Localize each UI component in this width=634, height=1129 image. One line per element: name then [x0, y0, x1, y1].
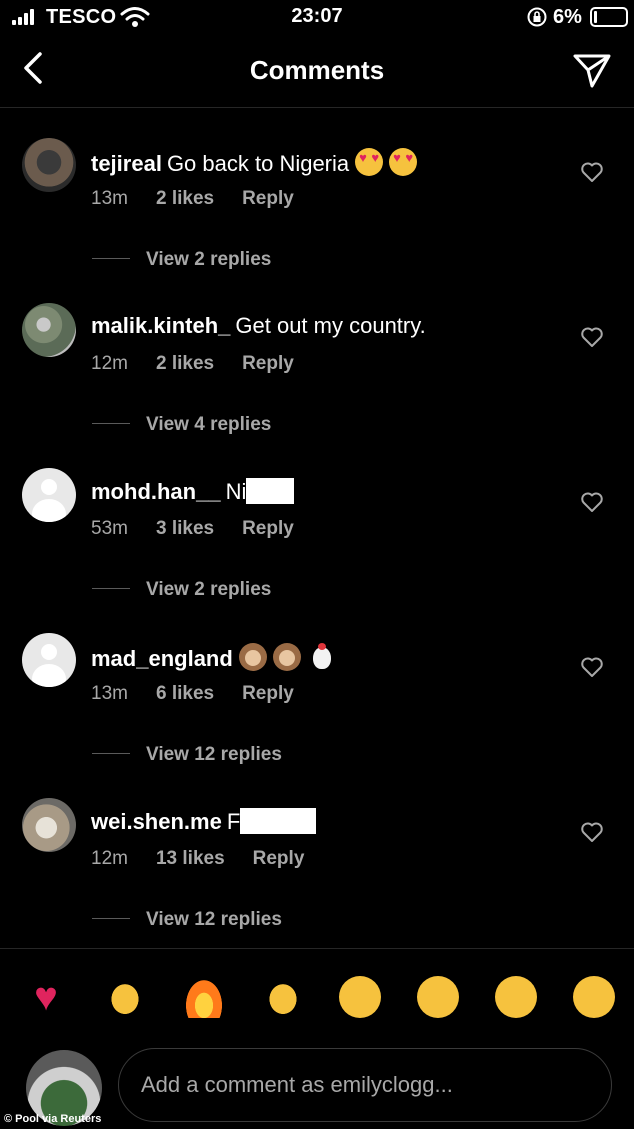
comment-text-line: wei.shen.me F — [91, 808, 317, 835]
comment-likes[interactable]: 2 likes — [156, 188, 214, 209]
divider — [0, 948, 634, 949]
face-with-tears-of-joy-icon[interactable] — [573, 976, 615, 1018]
comment-time: 53m — [91, 518, 128, 539]
comment-likes[interactable]: 3 likes — [156, 518, 214, 539]
comment-username[interactable]: wei.shen.me — [91, 809, 222, 834]
comment-item: mohd.han__ Ni 53m 3 likes Reply View 2 repl… — [0, 466, 634, 631]
smiling-face-with-heart-eyes-icon — [355, 148, 384, 176]
default-avatar-icon[interactable] — [22, 633, 76, 687]
quick-reaction-bar: ♥ — [0, 966, 634, 1026]
fire-icon[interactable] — [183, 976, 225, 1018]
comment-item: wei.shen.me F 12m 13 likes Reply View 12 re… — [0, 796, 634, 961]
monkey-face-icon — [272, 643, 301, 671]
comment-body: Get out my country. — [235, 313, 426, 338]
comment-meta: 12m 2 likes Reply — [91, 353, 322, 375]
comment-input[interactable] — [118, 1048, 612, 1122]
comment-meta: 13m 2 likes Reply — [91, 188, 322, 210]
comment-body: Go back to Nigeria — [166, 151, 350, 176]
photo-credit: © Pool via Reuters — [4, 1113, 102, 1125]
chicken-icon — [307, 643, 335, 671]
comment-likes[interactable]: 6 likes — [156, 683, 214, 704]
send-paper-plane-icon[interactable] — [570, 50, 614, 90]
like-heart-icon[interactable] — [580, 325, 604, 349]
comment-body: F — [226, 809, 241, 834]
default-avatar-icon[interactable] — [22, 468, 76, 522]
reply-button[interactable]: Reply — [242, 683, 294, 704]
view-replies-link[interactable]: View 12 replies — [92, 744, 282, 766]
comment-text-line: malik.kinteh_ Get out my country. — [91, 313, 426, 339]
comment-time: 12m — [91, 848, 128, 869]
monkey-face-icon — [238, 643, 267, 671]
comment-time: 13m — [91, 188, 128, 209]
comment-text-line: mohd.han__ Ni — [91, 478, 295, 505]
reply-button[interactable]: Reply — [242, 188, 294, 209]
comment-item: mad_england 13m 6 likes Reply View 12 repl… — [0, 631, 634, 796]
navigation-bar: Comments — [0, 34, 634, 108]
avatar[interactable] — [22, 138, 76, 192]
page-title: Comments — [249, 55, 385, 85]
like-heart-icon[interactable] — [580, 490, 604, 514]
comment-body: Ni — [225, 479, 247, 504]
comment-likes[interactable]: 13 likes — [156, 848, 225, 869]
comment-username[interactable]: tejireal — [91, 151, 162, 176]
status-bar: TESCO 23:07 6% — [0, 0, 634, 34]
comment-time: 12m — [91, 353, 128, 374]
orientation-lock-icon — [527, 7, 547, 27]
reply-button[interactable]: Reply — [242, 353, 294, 374]
red-heart-icon[interactable]: ♥ — [25, 976, 67, 1018]
comment-time: 13m — [91, 683, 128, 704]
like-heart-icon[interactable] — [580, 160, 604, 184]
comment-text-line: mad_england — [91, 643, 335, 672]
view-replies-link[interactable]: View 12 replies — [92, 909, 282, 931]
comment-username[interactable]: mad_england — [91, 646, 233, 671]
comment-username[interactable]: malik.kinteh_ — [91, 313, 230, 338]
battery-icon — [590, 7, 628, 27]
view-replies-link[interactable]: View 4 replies — [92, 414, 271, 436]
comment-meta: 13m 6 likes Reply — [91, 683, 322, 705]
comment-meta: 53m 3 likes Reply — [91, 518, 322, 540]
avatar[interactable] — [22, 303, 76, 357]
smiling-face-with-heart-eyes-icon[interactable] — [417, 976, 459, 1018]
clapping-hands-icon[interactable] — [262, 976, 304, 1018]
smiling-face-with-heart-eyes-icon — [389, 148, 418, 176]
comment-username[interactable]: mohd.han__ — [91, 479, 221, 504]
face-with-open-mouth-icon[interactable] — [495, 976, 537, 1018]
reply-button[interactable]: Reply — [242, 518, 294, 539]
like-heart-icon[interactable] — [580, 820, 604, 844]
redaction-block — [240, 808, 317, 834]
comment-meta: 12m 13 likes Reply — [91, 848, 332, 870]
reply-button[interactable]: Reply — [253, 848, 305, 869]
avatar[interactable] — [22, 798, 76, 852]
comment-text-line: tejireal Go back to Nigeria — [91, 148, 418, 177]
crying-face-icon[interactable] — [339, 976, 381, 1018]
raising-hands-icon[interactable] — [104, 976, 146, 1018]
comment-likes[interactable]: 2 likes — [156, 353, 214, 374]
view-replies-link[interactable]: View 2 replies — [92, 579, 271, 601]
view-replies-link[interactable]: View 2 replies — [92, 249, 271, 271]
comment-item: tejirealGo back to Nigeria 13m 2 likes Rep… — [0, 136, 634, 301]
redaction-block — [246, 478, 295, 504]
battery-percentage: 6% — [553, 6, 582, 28]
like-heart-icon[interactable] — [580, 655, 604, 679]
comment-item: malik.kinteh_ Get out my country. 12m 2 li… — [0, 301, 634, 466]
